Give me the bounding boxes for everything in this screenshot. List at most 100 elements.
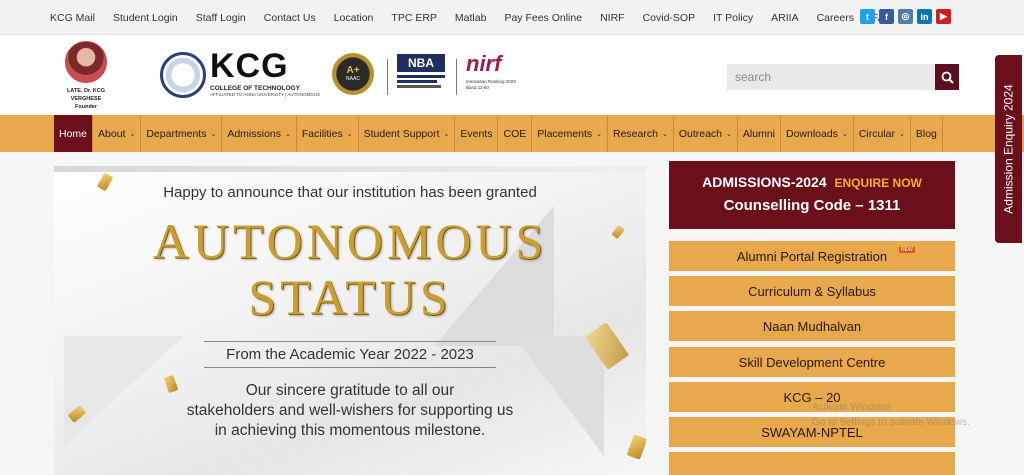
chevron-down-icon: ⌄ (726, 130, 732, 138)
curriculum-label: Curriculum & Syllabus (748, 283, 876, 299)
nav-item-label: About (98, 127, 126, 140)
top-link-it-policy[interactable]: IT Policy (713, 12, 753, 24)
header-divider (387, 59, 388, 95)
banner-title-autonomous: AUTONOMOUS (152, 213, 548, 269)
search-button[interactable] (935, 64, 959, 90)
nav-item-admissions[interactable]: Admissions ⌄ (222, 115, 297, 152)
top-link-covid-sop[interactable]: Covid-SOP (643, 12, 696, 24)
nav-item-home[interactable]: Home (54, 115, 94, 152)
nav-item-label: Departments (146, 127, 207, 140)
founder-block: LATE. Dr. KCG VERGHESE Founder (52, 41, 120, 111)
enquire-now-link[interactable]: ENQUIRE NOW (835, 176, 922, 190)
banner-academic-year: From the Academic Year 2022 - 2023 (226, 346, 474, 363)
chevron-down-icon: ⌄ (661, 130, 668, 138)
skill-development-label: Skill Development Centre (738, 354, 886, 370)
college-brand[interactable]: KCG COLLEGE OF TECHNOLOGY AFFILIATED TO … (210, 49, 320, 97)
brand-affiliation: AFFILIATED TO ANNA UNIVERSITY | AUTONOMO… (210, 92, 321, 97)
counselling-code: Counselling Code – 1311 (723, 197, 901, 214)
banner-thanks-line: in achieving this momentous milestone. (214, 422, 486, 439)
top-link-location[interactable]: Location (334, 12, 374, 24)
top-link-staff-login[interactable]: Staff Login (196, 12, 246, 24)
curriculum-syllabus-button[interactable]: Curriculum & Syllabus (669, 276, 955, 306)
banner-announcement: Happy to announce that our institution h… (163, 184, 537, 201)
nav-item-coe[interactable]: COE (498, 115, 533, 152)
social-icons: t f ◎ in ▶ (860, 9, 951, 24)
naan-mudhalvan-label: Naan Mudhalvan (762, 318, 862, 334)
skill-development-button[interactable]: Skill Development Centre (669, 347, 955, 377)
nav-item-label: Home (59, 127, 88, 140)
top-link-matlab[interactable]: Matlab (455, 12, 487, 24)
nav-item-label: Research (612, 127, 658, 140)
banner-thanks-line: Our sincere gratitude to all our (245, 382, 455, 399)
nba-stripe (397, 75, 445, 78)
nav-item-alumni[interactable]: Alumni (738, 115, 781, 152)
admissions-heading: ADMISSIONS-2024 (702, 174, 827, 190)
banner-title-status: STATUS (248, 269, 452, 325)
search-input[interactable] (727, 64, 935, 90)
top-link-ariia[interactable]: ARIIA (771, 12, 798, 24)
top-link-contact-us[interactable]: Contact Us (264, 12, 316, 24)
nirf-tag-line: Band 11-50 (466, 85, 489, 90)
banner-rule (204, 341, 496, 342)
facebook-icon[interactable]: f (879, 9, 894, 24)
chevron-down-icon: ⌄ (596, 130, 602, 138)
alumni-portal-button[interactable]: Alumni Portal Registration NEW (669, 241, 955, 271)
chevron-down-icon: ⌄ (346, 130, 353, 138)
nav-item-placements[interactable]: Placements ⌄ (532, 115, 608, 152)
chevron-down-icon: ⌄ (899, 130, 905, 138)
banner-rule (204, 367, 496, 368)
chevron-down-icon: ⌄ (210, 130, 217, 138)
windows-activation-watermark: Activate Windows Go to Settings to activ… (812, 400, 970, 430)
youtube-icon[interactable]: ▶ (936, 9, 951, 24)
founder-caption: LATE. Dr. KCG VERGHESE Founder (52, 87, 120, 111)
college-seal-logo[interactable] (160, 52, 206, 98)
linkedin-icon[interactable]: in (917, 9, 932, 24)
banner-thanks: Our sincere gratitude to all our stakeho… (54, 381, 646, 441)
nav-item-label: Events (460, 127, 493, 140)
top-link-pay-fees[interactable]: Pay Fees Online (504, 12, 582, 24)
nav-item-events[interactable]: Events (455, 115, 499, 152)
nav-item-label: Blog (915, 127, 937, 140)
top-link-student-login[interactable]: Student Login (113, 12, 178, 24)
top-link-nirf[interactable]: NIRF (600, 12, 625, 24)
naan-mudhalvan-button[interactable]: Naan Mudhalvan (669, 311, 955, 341)
brand-subtitle: COLLEGE OF TECHNOLOGY (210, 85, 300, 92)
nav-item-label: Facilities (301, 127, 343, 140)
nav-item-facilities[interactable]: Facilities ⌄ (297, 115, 359, 152)
nav-item-research[interactable]: Research ⌄ (608, 115, 674, 152)
admissions-heading-row: ADMISSIONS-2024 ENQUIRE NOW (669, 174, 955, 190)
watermark-line: Activate Windows (812, 402, 891, 413)
nav-item-about[interactable]: About ⌄ (93, 115, 142, 152)
watermark-line: Go to Settings to activate Windows. (812, 417, 970, 428)
nav-item-downloads[interactable]: Downloads ⌄ (781, 115, 854, 152)
hero-banner[interactable]: Happy to announce that our institution h… (54, 166, 646, 475)
founder-role: Founder (75, 104, 97, 110)
instagram-icon[interactable]: ◎ (898, 9, 913, 24)
chevron-down-icon: ⌄ (285, 130, 291, 138)
twitter-icon[interactable]: t (860, 9, 875, 24)
founder-photo (65, 41, 107, 83)
new-badge: NEW (899, 247, 915, 253)
nav-item-departments[interactable]: Departments ⌄ (141, 115, 223, 152)
nav-item-student-support[interactable]: Student Support ⌄ (359, 115, 456, 152)
brand-name: KCG (210, 47, 289, 85)
main-nav: Home About ⌄ Departments ⌄ Admissions ⌄ Facilit… (0, 115, 1024, 152)
admissions-box[interactable]: ADMISSIONS-2024 ENQUIRE NOW Counselling … (669, 161, 955, 229)
naac-grade: A+ (346, 65, 360, 76)
founder-name: LATE. Dr. KCG VERGHESE (66, 88, 106, 102)
quick-link-partial[interactable] (669, 452, 955, 475)
nba-logo: NBA (397, 54, 445, 94)
top-link-kcg-mail[interactable]: KCG Mail (50, 12, 95, 24)
top-link-tpc-erp[interactable]: TPC ERP (391, 12, 437, 24)
chevron-down-icon: ⌄ (841, 130, 848, 138)
side-tab-label: Admission Enquiry 2024 (1001, 84, 1016, 214)
nav-item-label: Circular (858, 127, 895, 140)
nav-item-outreach[interactable]: Outreach ⌄ (674, 115, 738, 152)
nav-item-circular[interactable]: Circular ⌄ (854, 115, 911, 152)
admission-enquiry-side-tab[interactable]: Admission Enquiry 2024 (995, 55, 1022, 243)
top-link-careers[interactable]: Careers (817, 12, 854, 24)
header-divider (456, 59, 457, 95)
top-links: KCG Mail Student Login Staff Login Conta… (50, 0, 911, 35)
nav-item-blog[interactable]: Blog (911, 115, 943, 152)
chevron-down-icon: ⌄ (443, 130, 450, 138)
